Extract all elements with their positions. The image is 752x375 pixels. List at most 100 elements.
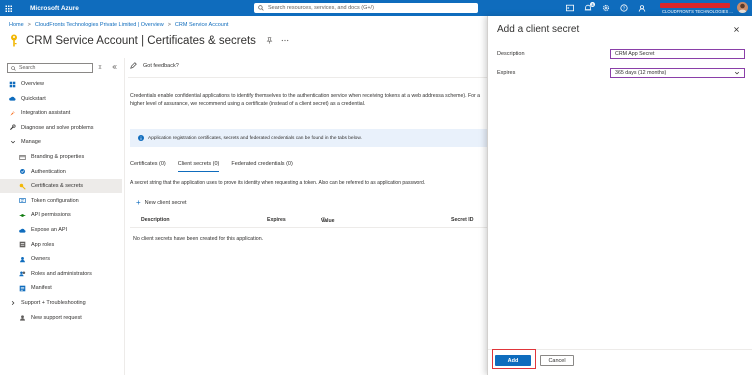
info-banner: i Application registration certificates,… (130, 129, 488, 147)
breadcrumb: Home > CloudFronts Technologies Private … (9, 22, 228, 28)
tab-federated-credentials[interactable]: Federated credentials (0) (231, 161, 292, 172)
expires-dropdown[interactable]: 365 days (12 months) (610, 68, 745, 78)
description-field-value: CRM App Secret (615, 51, 655, 57)
credentials-description: Credentials enable confidential applicat… (130, 93, 481, 107)
feedback-button[interactable]: Got feedback? (130, 62, 179, 69)
breadcrumb-home[interactable]: Home (9, 22, 24, 28)
sidebar-item-new-support-request[interactable]: New support request (0, 311, 122, 325)
page-title-app: CRM Service Account (26, 34, 138, 47)
brand-name[interactable]: Microsoft Azure (30, 5, 79, 12)
collapse-nav-icon[interactable] (111, 64, 117, 70)
sidebar-item-label: Roles and administrators (31, 270, 92, 277)
sidebar-item-quickstart[interactable]: Quickstart (0, 92, 122, 106)
nav-search-input[interactable]: Search (7, 63, 93, 73)
notifications-button[interactable]: 3 (584, 2, 595, 12)
app-roles-icon (19, 241, 26, 248)
global-search-input[interactable]: Search resources, services, and docs (G+… (254, 3, 478, 13)
branding-icon (19, 154, 26, 161)
tab-certificates[interactable]: Certificates (0) (130, 161, 166, 172)
feedback-icon (638, 5, 646, 12)
nav-divider (124, 58, 125, 375)
key-icon (11, 34, 17, 47)
cloud-api-icon (19, 227, 26, 234)
plus-icon: + (136, 198, 141, 207)
feedback-icon (130, 62, 137, 69)
sidebar-item-manage[interactable]: Manage (0, 135, 122, 149)
new-client-secret-button[interactable]: + New client secret (136, 198, 187, 207)
page-header: CRM Service Account | Certificates & sec… (9, 34, 289, 47)
sidebar-item-diagnose-and-solve-problems[interactable]: Diagnose and solve problems (0, 121, 122, 135)
new-client-secret-label: New client secret (144, 200, 187, 206)
sidebar-item-manifest[interactable]: Manifest (0, 281, 122, 295)
secrets-table-header: Description Expires Value Secret ID (130, 216, 488, 226)
tab-client-secrets[interactable]: Client secrets (0) (177, 161, 220, 172)
page-title: CRM Service Account | Certificates & sec… (26, 35, 256, 47)
expand-collapse-icon[interactable] (97, 64, 103, 70)
add-client-secret-panel: Add a client secret Description CRM App … (487, 16, 752, 375)
sidebar-item-label: New support request (31, 314, 82, 321)
sidebar-item-api-permissions[interactable]: API permissions (0, 208, 122, 222)
breadcrumb-separator: > (167, 22, 171, 28)
sidebar-item-app-roles[interactable]: App roles (0, 238, 122, 252)
token-icon (19, 197, 26, 204)
app-launcher-button[interactable] (0, 0, 16, 16)
credential-tabs: Certificates (0) Client secrets (0) Fede… (130, 161, 305, 172)
avatar[interactable] (737, 2, 748, 13)
search-icon (11, 65, 16, 71)
client-secrets-description: A secret string that the application use… (130, 180, 426, 186)
expires-dropdown-value: 365 days (12 months) (615, 70, 667, 76)
column-header-description[interactable]: Description (141, 217, 170, 223)
sidebar-item-integration-assistant[interactable]: Integration assistant (0, 106, 122, 120)
avatar-icon (738, 3, 747, 13)
panel-title: Add a client secret (497, 24, 580, 35)
support-icon (19, 314, 26, 321)
waffle-icon (4, 4, 12, 12)
cancel-button[interactable]: Cancel (540, 355, 574, 366)
sidebar-item-owners[interactable]: Owners (0, 252, 122, 266)
feedback-button[interactable] (638, 4, 646, 12)
auth-icon (19, 168, 26, 175)
sidebar-item-label: Branding & properties (31, 154, 85, 160)
column-header-expires[interactable]: Expires (267, 217, 286, 223)
chevron-right-icon (9, 300, 16, 307)
cloud-icon (9, 95, 16, 102)
empty-state-message: No client secrets have been created for … (133, 236, 264, 242)
page-title-section: Certificates & secrets (147, 34, 256, 47)
sidebar-item-token-configuration[interactable]: Token configuration (0, 194, 122, 208)
account-menu[interactable]: CLOUDFRONTS TECHNOLOGIES ... (660, 2, 733, 14)
manifest-icon (19, 285, 26, 292)
breadcrumb-tenant[interactable]: CloudFronts Technologies Private Limited… (35, 22, 164, 28)
sidebar-item-label: Token configuration (31, 197, 79, 204)
help-button[interactable]: ? (620, 4, 628, 12)
global-search-placeholder: Search resources, services, and docs (G+… (268, 5, 374, 11)
gear-icon (602, 4, 610, 12)
column-header-secret-id[interactable]: Secret ID (451, 217, 474, 223)
roles-icon (19, 270, 26, 277)
sidebar-item-support-troubleshooting[interactable]: Support + Troubleshooting (0, 296, 122, 310)
expires-label: Expires (497, 70, 516, 76)
sidebar-item-roles-and-administrators[interactable]: Roles and administrators (0, 267, 122, 281)
sidebar-item-label: Owners (31, 256, 50, 263)
sidebar-item-label: API permissions (31, 212, 71, 219)
sidebar-item-label: Integration assistant (21, 110, 71, 117)
breadcrumb-app[interactable]: CRM Service Account (175, 22, 229, 28)
sidebar-item-overview[interactable]: Overview (0, 77, 122, 91)
close-panel-button[interactable] (733, 26, 741, 34)
description-field[interactable]: CRM App Secret (610, 49, 745, 59)
more-options-icon[interactable] (281, 37, 289, 44)
sidebar-item-expose-an-api[interactable]: Expose an API (0, 223, 122, 237)
settings-button[interactable] (602, 4, 610, 12)
svg-text:?: ? (623, 6, 626, 12)
column-header-value[interactable]: Value (321, 217, 335, 224)
sidebar-item-branding-properties[interactable]: Branding & properties (0, 150, 122, 164)
description-label: Description (497, 51, 525, 57)
sidebar-item-authentication[interactable]: Authentication (0, 165, 122, 179)
sidebar-item-certificates-secrets[interactable]: Certificates & secrets (0, 179, 122, 194)
add-button[interactable]: Add (495, 355, 531, 366)
notification-count-badge: 3 (590, 2, 595, 7)
info-icon: i (138, 135, 144, 141)
wrench-icon (9, 124, 16, 131)
cloud-shell-button[interactable] (566, 4, 574, 12)
pin-icon[interactable] (266, 37, 273, 44)
key-icon (19, 183, 26, 190)
